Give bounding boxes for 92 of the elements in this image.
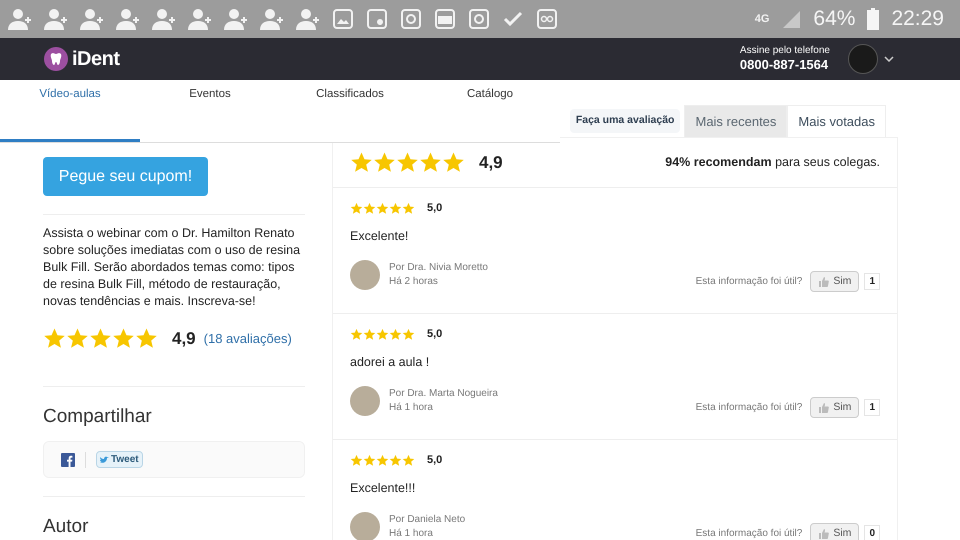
thumbs-up-icon	[818, 276, 830, 288]
star-icon	[43, 327, 66, 350]
star-icon	[376, 328, 389, 341]
network-label: 4G	[754, 12, 770, 27]
battery-percent: 64%	[813, 6, 856, 32]
star-icon	[389, 328, 402, 341]
person-add-icon	[80, 8, 104, 30]
author-heading: Autor	[43, 515, 90, 539]
review-score: 5,0	[427, 327, 442, 342]
tooth-logo-icon[interactable]	[44, 47, 68, 71]
thumbs-up-icon	[818, 528, 830, 540]
star-icon	[402, 454, 415, 467]
camera-icon	[400, 8, 422, 30]
person-add-icon	[296, 8, 320, 30]
sort-tab[interactable]: Mais recentes	[684, 105, 788, 137]
facebook-icon[interactable]	[61, 452, 75, 466]
helpful-count: 1	[864, 273, 880, 290]
image-icon	[332, 8, 354, 30]
review-time: Há 1 hora	[389, 400, 434, 415]
star-icon	[402, 202, 415, 215]
phone-label: Assine pelo telefone	[740, 44, 830, 58]
star-icon	[419, 151, 442, 174]
tweet-button[interactable]: Tweet	[96, 451, 143, 468]
star-icon	[373, 151, 396, 174]
helpful-yes-button[interactable]: Sim	[810, 271, 860, 292]
nav-menu-item[interactable]: Catálogo	[420, 80, 560, 142]
helpful-count: 1	[864, 399, 880, 416]
signal-icon	[781, 9, 802, 29]
star-icon	[376, 202, 389, 215]
star-icon	[376, 454, 389, 467]
chevron-down-icon[interactable]	[884, 56, 894, 62]
star-icon	[363, 328, 376, 341]
battery-icon	[867, 8, 880, 30]
star-icon	[363, 202, 376, 215]
star-icon	[350, 151, 373, 174]
helpful-question: Esta informação foi útil?	[696, 527, 802, 540]
share-heading: Compartilhar	[43, 404, 153, 428]
review-text: adorei a aula !	[350, 354, 430, 370]
person-add-icon	[8, 8, 32, 30]
helpful-yes-button[interactable]: Sim	[810, 523, 860, 540]
author-avatar	[350, 512, 380, 540]
review-author: Por Dra. Nivia Moretto	[389, 260, 488, 275]
star-icon	[66, 327, 89, 350]
clock: 22:29	[891, 6, 944, 32]
person-add-icon	[152, 8, 176, 30]
author-avatar	[350, 386, 380, 416]
star-icon	[350, 202, 363, 215]
phone-number: 0800-887-1564	[740, 57, 828, 74]
person-add-icon	[224, 8, 248, 30]
helpful-question: Esta informação foi útil?	[696, 275, 802, 290]
person-add-icon	[260, 8, 284, 30]
star-icon	[350, 328, 363, 341]
nav-menu-item[interactable]: Vídeo-aulas	[0, 80, 140, 142]
rating-score: 4,9	[172, 328, 196, 350]
author-avatar	[350, 260, 380, 290]
person-add-icon	[44, 8, 68, 30]
nav-menu-item[interactable]: Classificados	[280, 80, 420, 142]
star-icon	[389, 454, 402, 467]
helpful-question: Esta informação foi útil?	[696, 401, 802, 416]
logo-text[interactable]: iDent	[72, 44, 120, 74]
star-icon	[363, 454, 376, 467]
star-icon	[112, 327, 135, 350]
review-text: Excelente!!!	[350, 480, 416, 496]
review-time: Há 1 hora	[389, 526, 434, 540]
thumbs-up-icon	[818, 402, 830, 414]
review-score: 5,0	[427, 453, 442, 468]
recommend-text: 94% recomendam para seus colegas.	[665, 154, 880, 172]
review-text: Excelente!	[350, 228, 410, 244]
review-author: Por Dra. Marta Nogueira	[389, 386, 498, 401]
star-icon	[389, 202, 402, 215]
nav-menu-item[interactable]: Eventos	[140, 80, 280, 142]
voicemail-icon	[536, 8, 558, 30]
review-score: 5,0	[427, 201, 442, 216]
reviews-link[interactable]: (18 avaliações)	[204, 329, 292, 348]
review-time: Há 2 horas	[389, 274, 439, 289]
star-icon	[350, 454, 363, 467]
bird-icon	[100, 456, 109, 464]
review-author: Por Daniela Neto	[389, 512, 466, 527]
sort-tab[interactable]: Mais votadas	[787, 105, 886, 137]
person-add-icon	[188, 8, 212, 30]
star-icon	[135, 327, 158, 350]
camera-icon	[468, 8, 490, 30]
star-icon	[402, 328, 415, 341]
helpful-yes-button[interactable]: Sim	[810, 397, 860, 418]
course-description: Assista o webinar com o Dr. Hamilton Renato sobre soluções imediatas com o uso de resina Bulk Fill. Serão abordados temas como: tipos de resina Bulk Fill, método de restauração, novas tendências e mais. Inscreva-se!	[43, 225, 302, 310]
star-icon	[89, 327, 112, 350]
average-score: 4,9	[479, 152, 503, 174]
star-icon	[442, 151, 465, 174]
write-review-button[interactable]: Faça uma avaliação	[570, 109, 680, 133]
helpful-count: 0	[864, 525, 880, 540]
star-icon	[396, 151, 419, 174]
person-add-icon	[116, 8, 140, 30]
